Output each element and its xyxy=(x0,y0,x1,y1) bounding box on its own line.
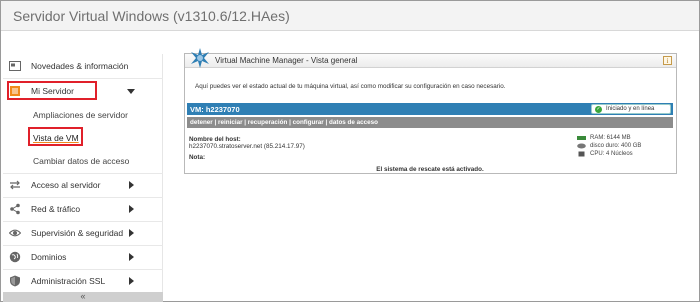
cpu-icon xyxy=(578,151,585,157)
chevron-right-icon xyxy=(129,181,134,189)
recovery-action[interactable]: recuperación xyxy=(248,119,288,126)
restart-action[interactable]: reiniciar xyxy=(218,119,243,126)
highlight-my-server xyxy=(7,81,97,100)
cpu-value: CPU: 4 Núcleos xyxy=(590,151,633,157)
status-badge: ✓ Iniciado y en línea xyxy=(591,104,671,114)
eye-icon xyxy=(9,229,21,237)
highlight-vm-view xyxy=(28,127,83,146)
host-info: Nombre del host: h2237070.stratoserver.n… xyxy=(189,136,305,161)
window-titlebar: Servidor Virtual Windows (v1310.6/12.HAe… xyxy=(1,1,699,31)
vm-header-bar: VM: h2237070 ✓ Iniciado y en línea xyxy=(187,103,673,115)
share-icon xyxy=(10,203,20,215)
chevron-right-icon xyxy=(129,205,134,213)
check-icon: ✓ xyxy=(595,106,602,113)
news-icon xyxy=(9,61,21,71)
sidebar-item-network[interactable]: Red & tráfico xyxy=(3,198,163,220)
sidebar-item-label: Dominios xyxy=(31,252,67,262)
sidebar-item-label: Red & tráfico xyxy=(31,204,81,214)
chevron-right-icon xyxy=(129,253,134,261)
globe-icon xyxy=(9,251,21,263)
note-label: Nota: xyxy=(189,154,206,161)
sidebar-divider xyxy=(3,78,163,79)
configure-action[interactable]: configurar xyxy=(293,119,324,126)
sidebar-item-domains[interactable]: Dominios xyxy=(3,246,163,268)
vm-name: VM: h2237070 xyxy=(190,105,240,114)
chevron-right-icon xyxy=(129,229,134,237)
window-title: Servidor Virtual Windows (v1310.6/12.HAe… xyxy=(13,8,290,24)
sidebar-item-label: Supervisión & seguridad xyxy=(31,228,124,238)
chevron-right-icon xyxy=(129,277,134,285)
vm-specs: RAM: 6144 MB disco duro: 400 GB CPU: 4 N… xyxy=(577,134,641,158)
spec-cpu: CPU: 4 Núcleos xyxy=(577,150,641,158)
vm-manager-logo-icon xyxy=(191,48,209,68)
info-icon[interactable]: i xyxy=(663,56,672,65)
panel-header: Virtual Machine Manager - Vista general … xyxy=(185,54,676,68)
sidebar-item-label: Administración SSL xyxy=(31,276,106,286)
spec-ram: RAM: 6144 MB xyxy=(577,134,641,142)
spec-disk: disco duro: 400 GB xyxy=(577,142,641,150)
stop-action[interactable]: detener xyxy=(190,119,213,126)
sidebar-item-monitoring[interactable]: Supervisión & seguridad xyxy=(3,222,163,244)
sidebar-item-news[interactable]: Novedades & información xyxy=(3,55,163,77)
vm-action-bar: detener | reiniciar | recuperación | con… xyxy=(187,117,673,128)
arrows-icon xyxy=(10,180,20,190)
rescue-message: El sistema de rescate está activado. xyxy=(376,166,484,173)
host-value: h2237070.stratoserver.net (85.214.17.97) xyxy=(189,143,305,150)
ram-value: RAM: 6144 MB xyxy=(590,135,631,141)
status-text: Iniciado y en línea xyxy=(606,106,655,112)
shield-icon xyxy=(10,275,20,287)
chevron-down-icon xyxy=(127,89,135,94)
sidebar-item-server-access[interactable]: Acceso al servidor xyxy=(3,174,163,196)
sidebar-item-ssl[interactable]: Administración SSL xyxy=(3,270,163,292)
panel-title: Virtual Machine Manager - Vista general xyxy=(215,56,358,65)
disk-icon xyxy=(577,143,586,149)
sidebar-subitem-server-extensions[interactable]: Ampliaciones de servidor xyxy=(33,110,128,120)
sidebar-item-label: Acceso al servidor xyxy=(31,180,101,190)
access-data-action[interactable]: datos de acceso xyxy=(329,119,378,126)
disk-value: disco duro: 400 GB xyxy=(590,143,642,149)
sidebar-item-label: Novedades & información xyxy=(31,61,129,71)
sidebar-collapse-button[interactable]: « xyxy=(3,292,163,302)
ram-icon xyxy=(577,136,586,140)
panel-description: Aquí puedes ver el estado actual de tu m… xyxy=(195,83,506,90)
host-label: Nombre del host: xyxy=(189,136,241,143)
sidebar-subitem-change-access[interactable]: Cambiar datos de acceso xyxy=(33,156,129,166)
